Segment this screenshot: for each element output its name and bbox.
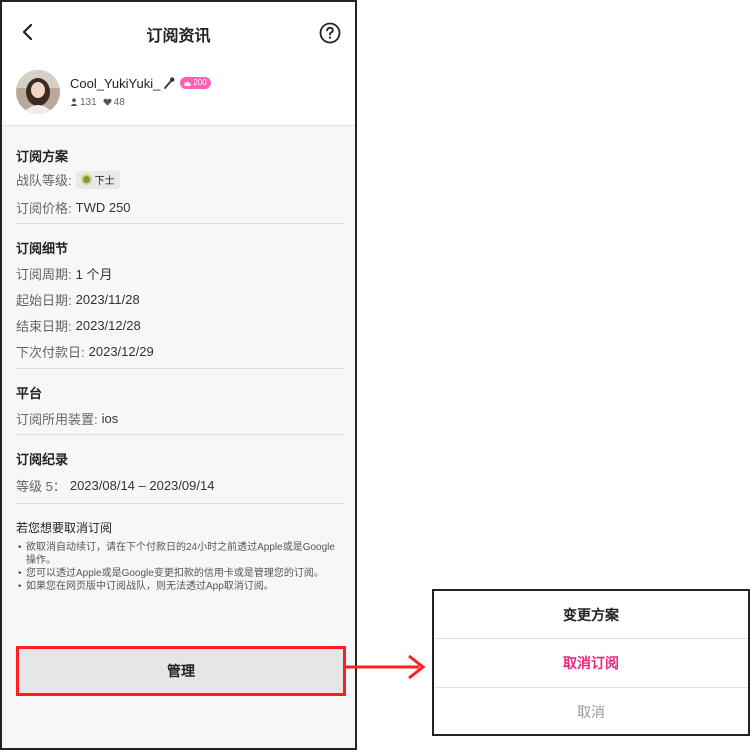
details-section-title: 订阅细节: [16, 241, 69, 256]
pointer-arrow: [345, 654, 426, 680]
device-label: 订阅所用装置:: [16, 412, 98, 427]
change-plan-title: 变更方案: [434, 591, 748, 639]
device-row: 订阅所用装置: ios: [16, 409, 118, 428]
period-label: 订阅周期:: [16, 267, 72, 282]
history-section: 订阅纪录 等级 5： 2023/08/14 – 2023/09/14: [16, 435, 344, 504]
start-date-value: 2023/11/28: [75, 292, 140, 307]
rank-chip: 下士: [75, 170, 120, 189]
device-value: ios: [101, 411, 119, 426]
subscription-content: 订阅方案 战队等级: 下士 订阅价格: TWD 250 订阅细节 订阅周期: 1…: [16, 126, 344, 614]
cancel-note: 欲取消自动续订，请在下个付款日的24小时之前透过Apple或是Google操作。: [16, 541, 344, 567]
page-title: 订阅资讯: [146, 28, 211, 45]
price-row: 订阅价格: TWD 250: [16, 198, 131, 217]
username: Cool_YukiYuki_: [70, 75, 161, 91]
crown-icon: [184, 80, 191, 86]
history-entry-row: 等级 5： 2023/08/14 – 2023/09/14: [16, 476, 214, 495]
next-payment-value: 2023/12/29: [88, 344, 154, 359]
person-icon: [70, 98, 78, 106]
likes-count: 48: [113, 96, 125, 108]
plan-section: 订阅方案 战队等级: 下士 订阅价格: TWD 250: [16, 126, 344, 224]
history-section-title: 订阅纪录: [16, 452, 69, 467]
cancel-subscription-button[interactable]: 取消订阅: [434, 638, 748, 688]
end-date-row: 结束日期: 2023/12/28: [16, 316, 141, 335]
platform-section-title: 平台: [16, 386, 43, 401]
microphone-icon: [164, 77, 175, 89]
cancel-note: 如果您在网页版中订阅战队，则无法透过App取消订阅。: [16, 580, 344, 593]
end-date-label: 结束日期:: [16, 319, 72, 334]
stats-row: 131 48: [70, 95, 131, 109]
end-date-value: 2023/12/28: [75, 318, 141, 333]
rank-emblem-icon: [80, 174, 92, 185]
history-entry-value: 2023/08/14 – 2023/09/14: [69, 478, 215, 493]
followers-count: 131: [80, 96, 97, 108]
plan-section-title: 订阅方案: [16, 149, 69, 164]
period-value: 1 个月: [75, 267, 113, 282]
rank-label: 战队等级:: [16, 173, 72, 188]
level-badge: 200: [180, 77, 211, 89]
period-row: 订阅周期: 1 个月: [16, 264, 112, 283]
profile-card: Cool_YukiYuki_ 200 131 48: [2, 60, 355, 126]
history-entry-label: 等级 5：: [16, 479, 66, 494]
level-value: 200: [193, 78, 207, 87]
next-payment-label: 下次付款日:: [16, 345, 85, 360]
avatar[interactable]: [16, 70, 60, 114]
heart-icon: [103, 98, 112, 106]
start-date-label: 起始日期:: [16, 293, 72, 308]
details-section: 订阅细节 订阅周期: 1 个月 起始日期: 2023/11/28 结束日期: 2…: [16, 224, 344, 369]
action-sheet: 变更方案 取消订阅 取消: [432, 589, 750, 736]
rank-row: 战队等级: 下士: [16, 170, 120, 189]
help-icon[interactable]: [319, 22, 341, 44]
likes-stat: 48: [103, 97, 125, 108]
dismiss-button[interactable]: 取消: [434, 688, 748, 736]
platform-section: 平台 订阅所用装置: ios: [16, 369, 344, 435]
price-value: TWD 250: [75, 200, 131, 215]
manage-button-highlight: 管理: [16, 646, 346, 696]
phone-screen: 订阅资讯 Cool_YukiYuki_ 200 131 48 订阅方案 战队等级…: [0, 0, 357, 750]
next-payment-row: 下次付款日: 2023/12/29: [16, 342, 154, 361]
top-bar: 订阅资讯: [2, 2, 355, 60]
start-date-row: 起始日期: 2023/11/28: [16, 290, 140, 309]
cancel-info-title: 若您想要取消订阅: [16, 521, 113, 535]
cancel-note: 您可以透过Apple或是Google变更扣款的信用卡或是管理您的订阅。: [16, 567, 344, 580]
manage-button[interactable]: 管理: [19, 649, 343, 693]
cancel-info-notes: 欲取消自动续订，请在下个付款日的24小时之前透过Apple或是Google操作。…: [16, 541, 344, 593]
price-label: 订阅价格:: [16, 201, 72, 216]
rank-value: 下士: [94, 176, 115, 187]
cancel-info-section: 若您想要取消订阅 欲取消自动续订，请在下个付款日的24小时之前透过Apple或是…: [16, 504, 344, 614]
followers-stat: 131: [70, 97, 97, 108]
username-row: Cool_YukiYuki_ 200: [70, 74, 211, 92]
